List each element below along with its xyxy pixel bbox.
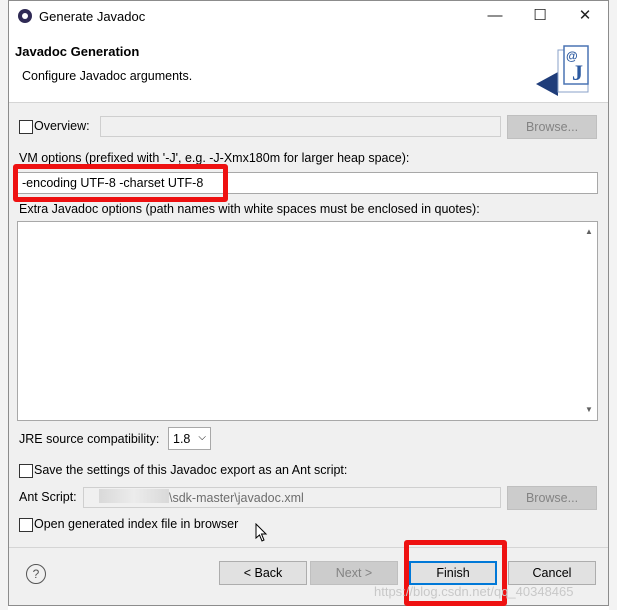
- mouse-cursor-icon: [255, 523, 268, 542]
- wizard-header: Javadoc Generation Configure Javadoc arg…: [9, 32, 608, 103]
- page-title: Javadoc Generation: [15, 44, 140, 59]
- ant-script-label: Ant Script:: [19, 490, 77, 504]
- scroll-down-icon[interactable]: ▼: [583, 404, 595, 416]
- jre-value: 1.8: [173, 432, 191, 446]
- generate-javadoc-dialog: Generate Javadoc — ☐ ✕ Javadoc Generatio…: [8, 0, 609, 606]
- back-button[interactable]: < Back: [219, 561, 307, 585]
- overview-label: Overview:: [34, 119, 90, 133]
- minimize-button[interactable]: —: [475, 4, 515, 28]
- overview-checkbox[interactable]: [19, 120, 33, 134]
- maximize-button[interactable]: ☐: [520, 4, 560, 28]
- cancel-button[interactable]: Cancel: [508, 561, 596, 585]
- vm-options-highlight: [13, 164, 228, 202]
- svg-text:J: J: [572, 60, 583, 85]
- vm-options-label: VM options (prefixed with '-J', e.g. -J-…: [19, 151, 410, 165]
- extra-options-label: Extra Javadoc options (path names with w…: [19, 202, 480, 216]
- footer-separator: [9, 547, 608, 548]
- watermark: https://blog.csdn.net/qq_40348465: [374, 584, 574, 599]
- open-index-label: Open generated index file in browser: [34, 517, 239, 531]
- extra-options-textarea[interactable]: ▲ ▼: [17, 221, 598, 421]
- chevron-down-icon: ⌵: [198, 432, 206, 443]
- javadoc-banner-icon: @ J: [536, 45, 589, 96]
- eclipse-icon: [18, 9, 32, 23]
- save-ant-label: Save the settings of this Javadoc export…: [34, 463, 348, 477]
- ant-browse-button[interactable]: Browse...: [507, 486, 597, 510]
- window-title: Generate Javadoc: [39, 9, 146, 24]
- title-bar: Generate Javadoc — ☐ ✕: [9, 1, 608, 32]
- next-button[interactable]: Next >: [310, 561, 398, 585]
- background-left: [0, 0, 8, 610]
- background-right: [609, 0, 617, 610]
- overview-browse-button[interactable]: Browse...: [507, 115, 597, 139]
- help-icon[interactable]: ?: [26, 564, 46, 584]
- jre-label: JRE source compatibility:: [19, 432, 160, 446]
- jre-select[interactable]: 1.8 ⌵: [168, 427, 211, 450]
- redacted-path: [99, 489, 169, 503]
- save-ant-checkbox[interactable]: [19, 464, 33, 478]
- page-description: Configure Javadoc arguments.: [22, 69, 193, 83]
- scroll-up-icon[interactable]: ▲: [583, 226, 595, 238]
- ant-script-value: \sdk-master\javadoc.xml: [169, 491, 304, 505]
- open-index-checkbox[interactable]: [19, 518, 33, 532]
- overview-field[interactable]: [100, 116, 501, 137]
- close-button[interactable]: ✕: [565, 4, 605, 28]
